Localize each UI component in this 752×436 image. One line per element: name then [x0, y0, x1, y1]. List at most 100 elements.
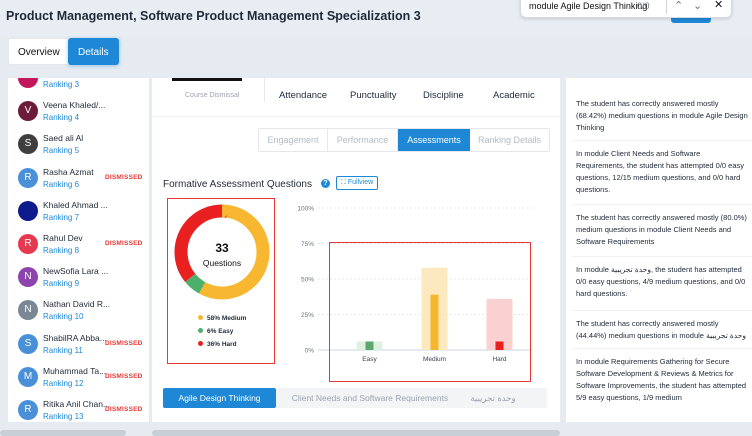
find-count: 0/0: [637, 1, 650, 11]
metric-discipline[interactable]: Discipline: [423, 90, 464, 101]
tab-ranking-details[interactable]: Ranking Details: [470, 129, 549, 151]
tab-performance[interactable]: Performance: [328, 129, 398, 151]
module-tabs: Agile Design Thinking Client Needs and S…: [163, 388, 547, 408]
tab-engagement[interactable]: Engagement: [259, 129, 328, 151]
divider: [572, 204, 752, 205]
avatar: [18, 78, 38, 88]
student-ranking: Ranking 7: [43, 212, 80, 222]
insight-text: In module Client Needs and Software Requ…: [576, 149, 745, 194]
dismissed-badge: DISMISSED: [105, 339, 143, 347]
analysis-tabs: Engagement Performance Assessments Ranki…: [258, 128, 550, 152]
top-bar: Product Management, Software Product Man…: [0, 0, 752, 36]
legend-hard: 36% Hard: [198, 341, 237, 348]
student-list-item[interactable]: Khaled Ahmad ... Ranking 7: [8, 197, 149, 230]
avatar: M: [18, 366, 38, 387]
divider: [152, 116, 560, 117]
tab-overview[interactable]: Overview: [8, 38, 70, 65]
avatar: [18, 200, 38, 221]
fullview-label: Fullview: [347, 179, 374, 186]
student-ranking: Ranking 3: [43, 80, 80, 89]
y-tick-label: 0%: [305, 348, 315, 355]
dismissed-badge: DISMISSED: [105, 240, 143, 247]
student-ranking: Ranking 4: [43, 113, 80, 123]
avatar: S: [18, 134, 38, 155]
metric-attendance[interactable]: Attendance: [279, 90, 327, 101]
student-name: Veena Khaled/...: [43, 100, 106, 111]
course-title: Product Management, Software Product Man…: [6, 9, 421, 23]
y-tick-label: 50%: [301, 277, 314, 284]
legend-easy: 6% Easy: [198, 328, 233, 335]
avatar: N: [18, 300, 38, 321]
tab-module-arabic[interactable]: وحدة تجريبية: [461, 388, 525, 408]
student-list-item[interactable]: S Saed ali Al Ranking 5: [8, 130, 149, 163]
insights-panel: The student has correctly answered mostl…: [566, 78, 752, 422]
tab-module-agile[interactable]: Agile Design Thinking: [163, 388, 276, 408]
chevron-down-icon[interactable]: ⌄: [693, 0, 702, 12]
divider: [264, 78, 265, 102]
dismissed-badge: DISMISSED: [105, 372, 143, 380]
chevron-up-icon[interactable]: ⌃: [674, 0, 683, 12]
student-ranking: Ranking 8: [43, 246, 80, 255]
student-name: Ritika Anil Chan...: [43, 399, 111, 409]
student-list-item[interactable]: R Rasha Azmat Ranking 6 DISMISSED: [8, 164, 149, 197]
divider: [572, 140, 752, 141]
metric-punctuality[interactable]: Punctuality: [350, 90, 396, 101]
avatar: V: [18, 101, 38, 122]
student-ranking: Ranking 10: [43, 312, 84, 322]
student-list-item[interactable]: N NewSofia Lara ... Ranking 9: [8, 263, 149, 296]
scrollbar[interactable]: [152, 430, 560, 436]
divider: [572, 348, 752, 349]
fullview-button[interactable]: ⛶ Fullview: [336, 176, 379, 190]
avatar: R: [18, 400, 38, 420]
student-list-item[interactable]: M Muhammad Ta... Ranking 12 DISMISSED: [8, 363, 149, 396]
scrollbar[interactable]: [0, 430, 126, 436]
donut-chart: 33 Questions 58% Medium 6% Easy 36% Hard: [167, 198, 275, 364]
course-dismissal-label: Course Dismissal: [185, 92, 240, 99]
donut-label: Questions: [202, 258, 242, 268]
student-list-item[interactable]: N Nathan David R... Ranking 10: [8, 296, 149, 329]
insight-text: In module وحدة تجريبية, the student has …: [576, 265, 746, 298]
chevron-down-icon[interactable]: ⌄: [331, 8, 340, 21]
details-panel: Course Dismissal Attendance Punctuality …: [152, 78, 560, 422]
student-list-item[interactable]: V Veena Khaled/... Ranking 4: [8, 97, 149, 130]
student-ranking: Ranking 6: [43, 179, 80, 189]
chart-highlight-box: [329, 242, 531, 382]
dismissed-badge: DISMISSED: [105, 173, 143, 181]
y-tick-label: 100%: [297, 206, 314, 213]
student-list: Ranking 3 V Veena Khaled/... Ranking 4 S Saed…: [8, 78, 149, 422]
student-list-item[interactable]: R Ritika Anil Chan... Ranking 13 DISMISSED: [8, 396, 149, 422]
tab-module-client-needs[interactable]: Client Needs and Software Requirements: [287, 388, 453, 408]
y-tick-label: 25%: [301, 312, 314, 319]
student-name: Nathan David R...: [43, 299, 111, 310]
tab-assessments[interactable]: Assessments: [398, 129, 470, 151]
course-dismissal-indicator: [172, 78, 242, 81]
student-name: NewSofia Lara ...: [43, 266, 109, 277]
section-title: Formative Assessment Questions: [163, 179, 312, 190]
avatar: R: [18, 167, 38, 188]
insight-text: In module Requirements Gathering for Sec…: [576, 357, 747, 402]
student-list-item[interactable]: Ranking 3: [8, 78, 149, 97]
metric-academic[interactable]: Academic: [493, 90, 535, 101]
divider: [572, 256, 752, 257]
student-name: ShabilRA Abba...: [43, 332, 107, 343]
y-tick-label: 75%: [301, 241, 314, 248]
find-query[interactable]: module Agile Design Thinking: [529, 1, 647, 11]
insight-text: The student has correctly answered mostl…: [576, 213, 747, 246]
student-name: Rahul Dev: [43, 233, 83, 243]
student-name: Muhammad Ta...: [43, 365, 107, 376]
student-list-item[interactable]: S ShabilRA Abba... Ranking 11 DISMISSED: [8, 330, 149, 363]
insight-text: The student has correctly answered mostl…: [576, 99, 748, 132]
donut-total: 33: [215, 241, 229, 255]
find-bar: module Agile Design Thinking 0/0 ⌃ ⌄ ✕: [520, 0, 732, 18]
avatar: R: [18, 234, 38, 254]
tab-details[interactable]: Details: [68, 38, 119, 65]
legend-medium: 58% Medium: [198, 315, 246, 322]
divider: [666, 0, 667, 14]
student-list-item[interactable]: R Rahul Dev Ranking 8 DISMISSED: [8, 230, 149, 263]
dismissed-badge: DISMISSED: [105, 406, 143, 413]
help-icon[interactable]: ?: [321, 179, 330, 188]
student-ranking: Ranking 13: [43, 412, 84, 421]
student-name: Khaled Ahmad ...: [43, 199, 108, 210]
student-name: Rasha Azmat: [43, 166, 94, 177]
close-icon[interactable]: ✕: [714, 0, 723, 11]
